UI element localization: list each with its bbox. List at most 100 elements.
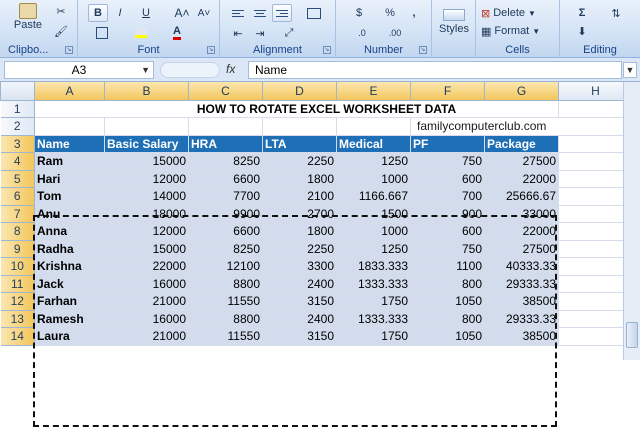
value-cell[interactable]: 3300: [262, 257, 337, 276]
vertical-scrollbar[interactable]: [623, 82, 640, 360]
column-header-b[interactable]: B: [104, 82, 189, 101]
value-cell[interactable]: 2400: [262, 310, 337, 328]
value-cell[interactable]: 29333.33: [484, 275, 559, 293]
column-header-d[interactable]: D: [262, 82, 337, 101]
row-header[interactable]: 7: [0, 204, 35, 223]
cell[interactable]: [558, 187, 633, 206]
value-cell[interactable]: 1333.333: [336, 275, 411, 293]
value-cell[interactable]: 7700: [188, 187, 263, 206]
name-cell[interactable]: Hari: [34, 170, 105, 188]
column-title-cell[interactable]: Name: [34, 135, 105, 153]
font-color-button[interactable]: A: [162, 24, 192, 42]
percent-button[interactable]: %: [380, 4, 400, 22]
value-cell[interactable]: 1000: [336, 222, 411, 241]
name-cell[interactable]: Laura: [34, 327, 105, 346]
value-cell[interactable]: 27500: [484, 152, 559, 171]
row-header[interactable]: 14: [0, 327, 35, 346]
name-cell[interactable]: Anna: [34, 222, 105, 241]
value-cell[interactable]: 2400: [262, 275, 337, 293]
value-cell[interactable]: 8800: [188, 310, 263, 328]
row-header[interactable]: 13: [0, 309, 35, 328]
value-cell[interactable]: 8250: [188, 240, 263, 258]
value-cell[interactable]: 21000: [104, 327, 189, 346]
row-header[interactable]: 2: [0, 117, 35, 136]
name-cell[interactable]: Ramesh: [34, 310, 105, 328]
value-cell[interactable]: 2100: [262, 187, 337, 206]
delete-cells-button[interactable]: ⊠ Delete ▼: [480, 4, 556, 22]
chevron-down-icon[interactable]: ▼: [141, 62, 150, 78]
value-cell[interactable]: 1100: [410, 257, 485, 276]
cell[interactable]: [34, 117, 105, 136]
name-cell[interactable]: Radha: [34, 240, 105, 258]
value-cell[interactable]: 16000: [104, 310, 189, 328]
orientation-button[interactable]: ⤢: [276, 24, 302, 42]
font-launcher-icon[interactable]: ↘: [207, 46, 215, 54]
grow-font-button[interactable]: A˄: [172, 4, 192, 22]
cell[interactable]: [336, 117, 411, 136]
merge-center-button[interactable]: [300, 4, 328, 22]
value-cell[interactable]: 2250: [262, 240, 337, 258]
column-title-cell[interactable]: Package: [484, 135, 559, 153]
cell[interactable]: [558, 240, 633, 258]
value-cell[interactable]: 6600: [188, 170, 263, 188]
row-header[interactable]: 12: [0, 292, 35, 311]
name-cell[interactable]: Farhan: [34, 292, 105, 311]
sort-filter-button[interactable]: ⇅: [602, 4, 630, 22]
value-cell[interactable]: 8800: [188, 275, 263, 293]
column-header-c[interactable]: C: [188, 82, 263, 101]
bold-button[interactable]: B: [88, 4, 108, 22]
value-cell[interactable]: 16000: [104, 275, 189, 293]
cell[interactable]: [558, 152, 633, 171]
website-cell[interactable]: familycomputerclub.com: [410, 117, 633, 136]
name-box[interactable]: A3 ▼: [4, 61, 154, 79]
cell[interactable]: [104, 117, 189, 136]
value-cell[interactable]: 2250: [262, 152, 337, 171]
scrollbar-thumb[interactable]: [626, 322, 638, 348]
row-header[interactable]: 3: [0, 134, 35, 153]
name-cell[interactable]: Tom: [34, 187, 105, 206]
value-cell[interactable]: 27500: [484, 240, 559, 258]
cell[interactable]: [558, 222, 633, 241]
value-cell[interactable]: 1166.667: [336, 187, 411, 206]
value-cell[interactable]: 12000: [104, 170, 189, 188]
cell[interactable]: [262, 117, 337, 136]
value-cell[interactable]: 22000: [104, 257, 189, 276]
value-cell[interactable]: 38500: [484, 292, 559, 311]
fill-color-button[interactable]: [126, 24, 156, 42]
format-painter-button[interactable]: 🖌: [52, 22, 70, 40]
cell[interactable]: [558, 275, 633, 293]
cell[interactable]: [558, 257, 633, 276]
value-cell[interactable]: 3150: [262, 327, 337, 346]
row-header[interactable]: 10: [0, 257, 35, 276]
value-cell[interactable]: 8250: [188, 152, 263, 171]
value-cell[interactable]: 1050: [410, 292, 485, 311]
value-cell[interactable]: 3150: [262, 292, 337, 311]
value-cell[interactable]: 600: [410, 170, 485, 188]
underline-button[interactable]: U: [132, 4, 160, 22]
comma-style-button[interactable]: ,: [404, 4, 424, 22]
formula-input[interactable]: Name: [248, 61, 622, 79]
value-cell[interactable]: 14000: [104, 187, 189, 206]
value-cell[interactable]: 11550: [188, 292, 263, 311]
insert-function-button[interactable]: fx: [226, 62, 235, 76]
value-cell[interactable]: 1750: [336, 327, 411, 346]
decrease-decimal-button[interactable]: .00: [380, 24, 410, 42]
column-header-g[interactable]: G: [484, 82, 559, 101]
value-cell[interactable]: 15000: [104, 240, 189, 258]
cell[interactable]: [558, 100, 633, 118]
value-cell[interactable]: 1333.333: [336, 310, 411, 328]
row-header[interactable]: 9: [0, 239, 35, 258]
row-header[interactable]: 6: [0, 187, 35, 206]
italic-button[interactable]: I: [110, 4, 130, 22]
paste-button[interactable]: Paste: [8, 0, 48, 34]
value-cell[interactable]: 22000: [484, 222, 559, 241]
value-cell[interactable]: 800: [410, 275, 485, 293]
value-cell[interactable]: 750: [410, 152, 485, 171]
cell[interactable]: [558, 135, 633, 153]
name-cell[interactable]: Krishna: [34, 257, 105, 276]
align-right-button[interactable]: [272, 4, 292, 22]
alignment-launcher-icon[interactable]: ↘: [323, 46, 331, 54]
align-left-button[interactable]: [228, 4, 248, 22]
value-cell[interactable]: 18000: [104, 205, 189, 223]
value-cell[interactable]: 33000: [484, 205, 559, 223]
